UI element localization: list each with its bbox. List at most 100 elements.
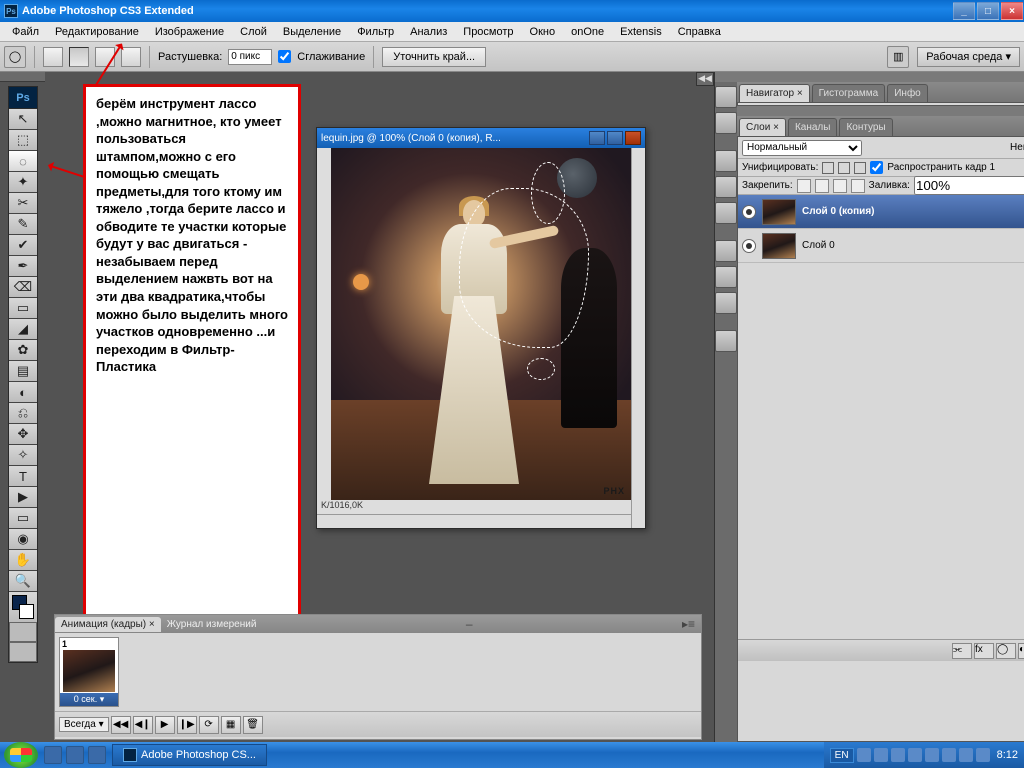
delete-frame-button[interactable]: 🗑 [243,716,263,734]
propagate-checkbox[interactable] [870,161,883,174]
tray-icon[interactable] [908,748,922,762]
new-frame-button[interactable]: ▦ [221,716,241,734]
dock-icon[interactable] [715,240,737,262]
tool-path[interactable]: ✧ [9,445,37,466]
tray-icon[interactable] [976,748,990,762]
maximize-button[interactable]: □ [977,2,999,20]
tool-stamp[interactable]: ⌫ [9,277,37,298]
tab-channels[interactable]: Каналы [788,118,838,136]
tool-hand[interactable]: ✋ [9,550,37,571]
tool-wand[interactable]: ✦ [9,172,37,193]
antialias-checkbox[interactable] [278,50,291,63]
ruler-vertical[interactable] [317,148,331,500]
dock-grip[interactable] [737,106,1024,116]
dock-icon[interactable] [715,112,737,134]
doc-minimize-button[interactable] [589,131,605,145]
tool-pen[interactable]: ⎌ [9,403,37,424]
tool-blur[interactable]: ▤ [9,361,37,382]
dock-icon[interactable] [715,292,737,314]
visibility-icon[interactable] [742,205,756,219]
quicklaunch-icon[interactable] [88,746,106,764]
tool-text[interactable]: T [9,466,37,487]
visibility-icon[interactable] [742,239,756,253]
tray-icon[interactable] [874,748,888,762]
menu-window[interactable]: Окно [522,24,564,40]
tray-icon[interactable] [942,748,956,762]
feather-input[interactable] [228,49,272,65]
dock-grip[interactable] [737,72,1024,82]
canvas[interactable]: PHX [331,148,631,500]
mask-icon[interactable]: ◯ [996,643,1016,659]
tray-icon[interactable] [891,748,905,762]
dock-icon[interactable] [715,266,737,288]
workspace-icon[interactable]: ▥ [887,46,909,68]
dock-icon[interactable] [715,150,737,172]
tool-history[interactable]: ▭ [9,298,37,319]
screenmode-toggle[interactable] [9,642,37,662]
lock-image-icon[interactable] [815,179,829,193]
workspace-button[interactable]: Рабочая среда ▾ [917,47,1020,67]
tool-notes[interactable]: ▭ [9,508,37,529]
tab-measurelog[interactable]: Журнал измерений [161,617,263,632]
color-swatches[interactable] [9,592,37,622]
active-tool-icon[interactable]: ◯ [4,46,26,68]
unify-style-icon[interactable] [854,162,866,174]
dock-icon[interactable] [715,202,737,224]
minimize-button[interactable]: _ [953,2,975,20]
menu-onone[interactable]: onOne [563,24,612,40]
refine-edge-button[interactable]: Уточнить край... [382,47,486,67]
tool-slice[interactable]: ✎ [9,214,37,235]
dock-icon[interactable] [715,86,737,108]
language-indicator[interactable]: EN [830,748,854,763]
quicklaunch-icon[interactable] [66,746,84,764]
fx-icon[interactable]: fx [974,643,994,659]
tab-layers[interactable]: Слои × [739,118,786,136]
tween-button[interactable]: ⟳ [199,716,219,734]
quicklaunch-icon[interactable] [44,746,62,764]
tray-icon[interactable] [925,748,939,762]
dock-icon[interactable] [715,176,737,198]
tool-marquee[interactable]: ⬚ [9,130,37,151]
taskbar-item[interactable]: Adobe Photoshop CS... [112,744,267,766]
link-icon[interactable]: ⫘ [952,643,972,659]
dock-collapse-button[interactable]: ◀◀ [696,72,714,86]
scrollbar-horizontal[interactable] [317,514,631,528]
menu-select[interactable]: Выделение [275,24,349,40]
tool-heal[interactable]: ✔ [9,235,37,256]
frame-duration[interactable]: 0 сек. ▾ [60,693,118,706]
fill-input[interactable] [914,176,1024,195]
close-button[interactable]: × [1001,2,1023,20]
animation-frame[interactable]: 1 0 сек. ▾ [59,637,119,707]
tray-icon[interactable] [959,748,973,762]
unify-pos-icon[interactable] [822,162,834,174]
panel-minimize-icon[interactable]: – [460,617,479,631]
start-button[interactable] [4,742,38,768]
tray-icon[interactable] [857,748,871,762]
tool-zoom[interactable]: 🔍 [9,571,37,592]
document-window[interactable]: lequin.jpg @ 100% (Слой 0 (копия), R... … [316,127,646,529]
lock-pos-icon[interactable] [833,179,847,193]
tab-info[interactable]: Инфо [887,84,928,102]
clock[interactable]: 8:12 [997,749,1018,761]
tool-eyedrop[interactable]: ◉ [9,529,37,550]
prev-frame-button[interactable]: ◀❙ [133,716,153,734]
menu-extensis[interactable]: Extensis [612,24,670,40]
tool-type[interactable]: ✥ [9,424,37,445]
tab-navigator[interactable]: Навигатор × [739,84,810,102]
lock-all-icon[interactable] [851,179,865,193]
first-frame-button[interactable]: ◀◀ [111,716,131,734]
dock-grip[interactable] [0,72,45,82]
loop-selector[interactable]: Всегда ▾ [59,717,109,732]
document-titlebar[interactable]: lequin.jpg @ 100% (Слой 0 (копия), R... [317,128,645,148]
doc-maximize-button[interactable] [607,131,623,145]
menu-edit[interactable]: Редактирование [47,24,147,40]
menu-layer[interactable]: Слой [232,24,275,40]
blend-mode-select[interactable]: Нормальный [742,140,862,156]
play-button[interactable]: ▶ [155,716,175,734]
quickmask-toggle[interactable] [9,622,37,642]
menu-help[interactable]: Справка [670,24,729,40]
next-frame-button[interactable]: ❙▶ [177,716,197,734]
layer-row[interactable]: Слой 0 (копия) [738,195,1024,229]
tool-dodge[interactable]: ◐ [9,382,37,403]
menu-analysis[interactable]: Анализ [402,24,455,40]
